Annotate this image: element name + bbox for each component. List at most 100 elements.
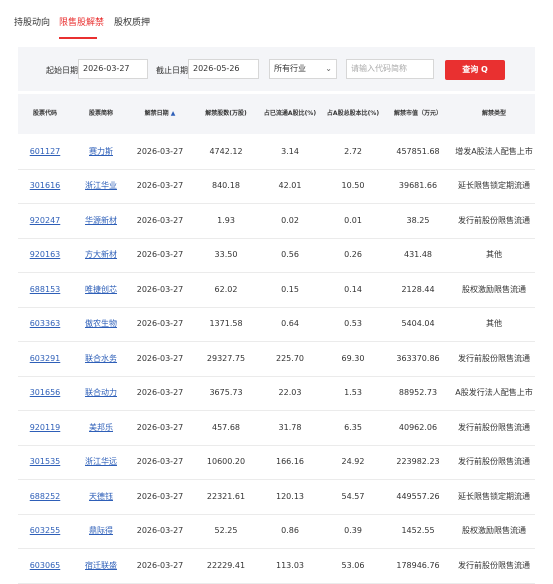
cell-value: 178946.76 <box>396 560 440 570</box>
cell-name[interactable]: 浙江华远 <box>78 445 124 480</box>
cell-pct-total: 0.53 <box>344 319 362 329</box>
header-value[interactable]: 解禁市值（万元） <box>386 94 450 134</box>
cell-pct-float: 0.56 <box>281 250 299 260</box>
cell-pct-float: 22.03 <box>278 388 302 398</box>
start-date-input[interactable]: 2026-03-27 <box>78 59 148 79</box>
cell-date: 2026-03-27 <box>136 491 184 501</box>
cell-pct-float: 42.01 <box>278 181 302 191</box>
filter-bar: 起始日期： 2026-03-27 截止日期： 2026-05-26 所有行业 ⌄… <box>18 47 535 91</box>
cell-name[interactable]: 浙江华业 <box>78 169 124 204</box>
cell-value: 363370.86 <box>396 353 440 363</box>
cell-pct-total: 24.92 <box>341 457 365 467</box>
tab-equity-pledge[interactable]: 股权质押 <box>114 15 150 28</box>
header-pct-total[interactable]: 占A股总股本比(%) <box>324 94 382 134</box>
cell-name[interactable]: 华源新材 <box>78 203 124 238</box>
cell-name[interactable]: 傲农生物 <box>78 307 124 342</box>
cell-name[interactable]: 赛力斯 <box>78 134 124 169</box>
cell-type: 其他 <box>486 250 502 260</box>
cell-code[interactable]: 301656 <box>22 376 68 411</box>
cell-date: 2026-03-27 <box>136 388 184 398</box>
cell-type: 发行前股份限售流通 <box>458 215 530 225</box>
cell-pct-float: 225.70 <box>276 353 304 363</box>
cell-pct-float: 0.02 <box>281 215 299 225</box>
cell-shares: 10600.20 <box>206 457 246 467</box>
cell-name[interactable]: 鼎际得 <box>78 514 124 549</box>
cell-name[interactable]: 联合水务 <box>78 341 124 376</box>
cell-date: 2026-03-27 <box>136 215 184 225</box>
cell-value: 223982.23 <box>396 457 440 467</box>
cell-pct-total: 0.01 <box>344 215 362 225</box>
cell-code[interactable]: 688252 <box>22 479 68 514</box>
table-row: 920163 方大新材 2026-03-27 33.50 0.56 0.26 431.48 其… <box>18 238 535 273</box>
search-button[interactable]: 查询 Q <box>445 60 505 80</box>
table-row: 301616 浙江华业 2026-03-27 840.18 42.01 10.50 3968… <box>18 169 535 204</box>
cell-shares: 840.18 <box>212 181 240 191</box>
cell-name[interactable]: 方大新材 <box>78 238 124 273</box>
end-date-input[interactable]: 2026-05-26 <box>188 59 259 79</box>
cell-type: 股权激励限售流通 <box>462 284 526 294</box>
cell-value: 2128.44 <box>401 284 435 294</box>
header-pct-float[interactable]: 占已流通A股比(%) <box>262 94 318 134</box>
cell-value: 1452.55 <box>401 526 435 536</box>
cell-name[interactable]: 美邦乐 <box>78 410 124 445</box>
cell-type: 增发A股法人配售上市 <box>455 146 533 156</box>
cell-pct-total: 0.14 <box>344 284 362 294</box>
cell-pct-float: 166.16 <box>276 457 304 467</box>
cell-code[interactable]: 603255 <box>22 514 68 549</box>
table-row: 301656 联合动力 2026-03-27 3675.73 22.03 1.53 8895… <box>18 376 535 411</box>
cell-code[interactable]: 603363 <box>22 307 68 342</box>
table-row: 601127 赛力斯 2026-03-27 4742.12 3.14 2.72 457851… <box>18 134 535 170</box>
cell-pct-total: 10.50 <box>341 181 365 191</box>
cell-pct-total: 0.26 <box>344 250 362 260</box>
cell-code[interactable]: 603291 <box>22 341 68 376</box>
cell-shares: 4742.12 <box>209 146 243 156</box>
cell-pct-total: 2.72 <box>344 146 362 156</box>
cell-shares: 62.02 <box>214 284 238 294</box>
cell-type: 其他 <box>486 319 502 329</box>
cell-code[interactable]: 301616 <box>22 169 68 204</box>
header-shares[interactable]: 解禁股数(万股) <box>196 94 256 134</box>
cell-code[interactable]: 920247 <box>22 203 68 238</box>
tab-holdings[interactable]: 持股动向 <box>14 15 50 28</box>
industry-select[interactable]: 所有行业 ⌄ <box>269 59 337 79</box>
cell-code[interactable]: 603065 <box>22 548 68 583</box>
cell-code[interactable]: 601127 <box>22 134 68 169</box>
cell-pct-total: 1.53 <box>344 388 362 398</box>
cell-type: A股发行法人配售上市 <box>455 388 533 398</box>
cell-pct-float: 0.15 <box>281 284 299 294</box>
cell-date: 2026-03-27 <box>136 181 184 191</box>
cell-date: 2026-03-27 <box>136 457 184 467</box>
tab-lockup-release[interactable]: 限售股解禁 <box>59 15 104 28</box>
cell-type: 发行前股份限售流通 <box>458 422 530 432</box>
table-row: 603255 鼎际得 2026-03-27 52.25 0.86 0.39 1452.55 股… <box>18 514 535 549</box>
chevron-down-icon: ⌄ <box>325 64 332 73</box>
cell-name[interactable]: 天德钰 <box>78 479 124 514</box>
stock-search-input[interactable]: 请输入代码简称 <box>346 59 434 79</box>
cell-pct-float: 120.13 <box>276 491 304 501</box>
table-row: 603363 傲农生物 2026-03-27 1371.58 0.64 0.53 5404.… <box>18 307 535 342</box>
header-type[interactable]: 解禁类型 <box>454 94 534 134</box>
cell-pct-total: 0.39 <box>344 526 362 536</box>
cell-code[interactable]: 688153 <box>22 272 68 307</box>
cell-name[interactable]: 联合动力 <box>78 376 124 411</box>
header-date[interactable]: 解禁日期 ▲ <box>134 94 186 134</box>
cell-pct-float: 113.03 <box>276 560 304 570</box>
cell-shares: 29327.75 <box>206 353 246 363</box>
header-code[interactable]: 股票代码 <box>22 94 68 134</box>
cell-date: 2026-03-27 <box>136 284 184 294</box>
cell-name[interactable]: 唯捷创芯 <box>78 272 124 307</box>
cell-pct-float: 0.64 <box>281 319 299 329</box>
cell-pct-total: 54.57 <box>341 491 365 501</box>
cell-code[interactable]: 920163 <box>22 238 68 273</box>
cell-date: 2026-03-27 <box>136 422 184 432</box>
cell-pct-total: 69.30 <box>341 353 365 363</box>
cell-shares: 1371.58 <box>209 319 243 329</box>
cell-value: 38.25 <box>406 215 430 225</box>
header-name[interactable]: 股票简称 <box>78 94 124 134</box>
cell-type: 发行前股份限售流通 <box>458 457 530 467</box>
cell-name[interactable]: 宿迁联盛 <box>78 548 124 583</box>
cell-code[interactable]: 301535 <box>22 445 68 480</box>
cell-shares: 52.25 <box>214 526 238 536</box>
cell-shares: 22321.61 <box>206 491 246 501</box>
cell-code[interactable]: 920119 <box>22 410 68 445</box>
